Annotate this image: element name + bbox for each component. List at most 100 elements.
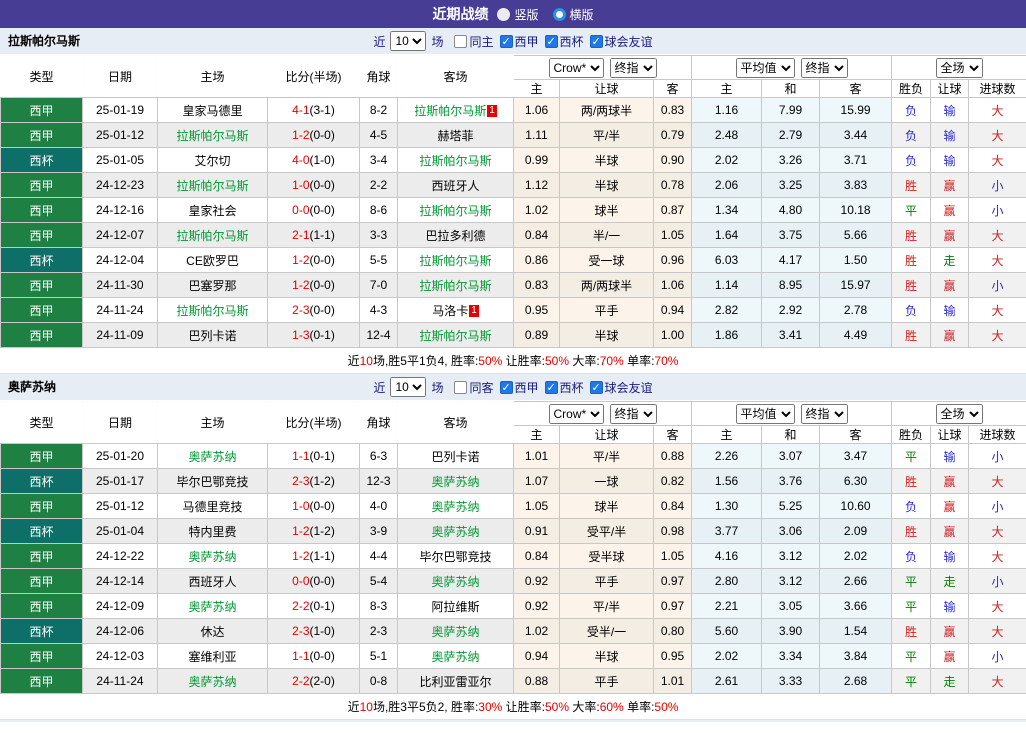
home-team-cell[interactable]: 奥萨苏纳 <box>157 668 268 694</box>
home-team-cell[interactable]: 艾尔切 <box>157 147 268 173</box>
away-team-cell[interactable]: 奥萨苏纳 <box>397 568 514 594</box>
away-team-cell[interactable]: 奥萨苏纳 <box>397 493 514 519</box>
away-team-cell[interactable]: 毕尔巴鄂竞技 <box>397 543 514 569</box>
home-team-cell[interactable]: 奥萨苏纳 <box>157 443 268 469</box>
home-team-cell[interactable]: 马德里竞技 <box>157 493 268 519</box>
filter-checkbox[interactable]: 西杯 <box>539 379 584 396</box>
away-team-cell[interactable]: 巴拉多利德 <box>397 222 514 248</box>
scope-select[interactable]: 全场 <box>935 57 983 78</box>
avg-stage-select[interactable]: 终指 <box>800 57 848 78</box>
checkbox-checked-icon[interactable] <box>589 380 603 394</box>
handicap-home-odds-cell: 0.83 <box>513 272 560 298</box>
competition-type-cell: 西甲 <box>0 222 83 248</box>
handicap-line-cell: 半/一 <box>559 222 654 248</box>
checkbox-checked-icon[interactable] <box>589 34 603 48</box>
away-team-cell[interactable]: 拉斯帕尔马斯 <box>397 197 514 223</box>
away-team-cell[interactable]: 拉斯帕尔马斯 <box>397 247 514 273</box>
avg-home-odds-cell: 2.26 <box>691 443 763 469</box>
competition-type-cell: 西甲 <box>0 272 83 298</box>
home-team-cell[interactable]: 拉斯帕尔马斯 <box>157 172 268 198</box>
col-home: 主场 <box>157 401 268 444</box>
away-team-cell[interactable]: 阿拉维斯 <box>397 593 514 619</box>
col-corner: 角球 <box>359 401 398 444</box>
away-team-cell[interactable]: 赫塔菲 <box>397 122 514 148</box>
handicap-home-odds-cell: 0.88 <box>513 668 560 694</box>
filter-checkbox[interactable]: 西甲 <box>494 33 539 50</box>
handicap-home-odds-cell: 1.12 <box>513 172 560 198</box>
home-team-cell[interactable]: 巴列卡诺 <box>157 322 268 348</box>
home-team-cell[interactable]: 奥萨苏纳 <box>157 543 268 569</box>
home-team-cell[interactable]: CE欧罗巴 <box>157 247 268 273</box>
filter-checkbox-label: 西甲 <box>514 34 539 49</box>
radio-horizontal-layout[interactable]: 横版 <box>552 6 594 23</box>
filter-checkbox[interactable]: 西甲 <box>494 379 539 396</box>
away-team-cell[interactable]: 奥萨苏纳 <box>397 518 514 544</box>
bookmaker-select[interactable]: Crow* <box>548 403 604 424</box>
radio-vertical-layout[interactable]: 竖版 <box>497 6 539 23</box>
result-goals-cell: 小 <box>968 272 1026 298</box>
away-team-cell[interactable]: 马洛卡 1 <box>397 297 514 323</box>
result-outcome-cell: 胜 <box>891 222 932 248</box>
book-stage-select[interactable]: 终指 <box>609 57 657 78</box>
home-team-cell[interactable]: 拉斯帕尔马斯 <box>157 222 268 248</box>
avg-home-odds-cell: 5.60 <box>691 618 763 644</box>
home-team-cell[interactable]: 皇家社会 <box>157 197 268 223</box>
away-team-cell[interactable]: 奥萨苏纳 <box>397 468 514 494</box>
away-team-cell[interactable]: 比利亚雷亚尔 <box>397 668 514 694</box>
summary-line: 近10场,胜3平5负2, 胜率:30% 让胜率:50% 大率:60% 单率:50… <box>0 694 1026 720</box>
home-team-cell[interactable]: 塞维利亚 <box>157 643 268 669</box>
away-team-cell[interactable]: 拉斯帕尔马斯 <box>397 272 514 298</box>
bookmaker-select[interactable]: Crow* <box>548 57 604 78</box>
summary-segment: 大率: <box>569 700 600 714</box>
competition-type-cell: 西甲 <box>0 197 83 223</box>
avg-stage-select[interactable]: 终指 <box>800 403 848 424</box>
checkbox-unchecked-icon[interactable] <box>454 34 468 48</box>
away-team-cell[interactable]: 拉斯帕尔马斯 1 <box>397 97 514 123</box>
scope-select[interactable]: 全场 <box>935 403 983 424</box>
result-goals-cell: 小 <box>968 568 1026 594</box>
away-team-cell[interactable]: 西班牙人 <box>397 172 514 198</box>
away-team-cell[interactable]: 奥萨苏纳 <box>397 618 514 644</box>
home-team-cell[interactable]: 皇家马德里 <box>157 97 268 123</box>
checkbox-checked-icon[interactable] <box>499 34 513 48</box>
checkbox-checked-icon[interactable] <box>544 380 558 394</box>
average-select[interactable]: 平均值 <box>735 57 795 78</box>
home-team-cell[interactable]: 拉斯帕尔马斯 <box>157 297 268 323</box>
checkbox-unchecked-icon[interactable] <box>454 380 468 394</box>
filter-checkbox[interactable]: 同客 <box>448 379 494 396</box>
games-count-select[interactable]: 10 <box>390 31 427 51</box>
away-team-cell[interactable]: 巴列卡诺 <box>397 443 514 469</box>
summary-segment: 近 <box>347 354 360 368</box>
home-team-cell[interactable]: 休达 <box>157 618 268 644</box>
match-date-cell: 24-12-06 <box>82 618 158 644</box>
away-team-cell[interactable]: 拉斯帕尔马斯 <box>397 147 514 173</box>
summary-segment: 近 <box>347 700 360 714</box>
book-stage-select[interactable]: 终指 <box>609 403 657 424</box>
avg-home-odds-cell: 2.02 <box>691 147 763 173</box>
match-row: 西甲 24-12-22 奥萨苏纳 1-2(1-1) 4-4 毕尔巴鄂竞技 0.84 受半球 1.… <box>0 543 1026 569</box>
home-team-cell[interactable]: 毕尔巴鄂竞技 <box>157 468 268 494</box>
handicap-line-cell: 半球 <box>559 172 654 198</box>
corner-cell: 4-0 <box>359 493 398 519</box>
away-team-cell[interactable]: 奥萨苏纳 <box>397 643 514 669</box>
filter-checkbox[interactable]: 球会友谊 <box>584 379 653 396</box>
games-count-select[interactable]: 10 <box>390 377 427 397</box>
home-team-cell[interactable]: 特内里费 <box>157 518 268 544</box>
home-team-cell[interactable]: 奥萨苏纳 <box>157 593 268 619</box>
filter-checkbox[interactable]: 球会友谊 <box>584 33 653 50</box>
handicap-away-odds-cell: 1.06 <box>652 272 693 298</box>
filter-checkbox[interactable]: 西杯 <box>539 33 584 50</box>
home-team-cell[interactable]: 西班牙人 <box>157 568 268 594</box>
checkbox-checked-icon[interactable] <box>499 380 513 394</box>
home-team-cell[interactable]: 拉斯帕尔马斯 <box>157 122 268 148</box>
home-team-cell[interactable]: 巴塞罗那 <box>157 272 268 298</box>
average-select[interactable]: 平均值 <box>735 403 795 424</box>
checkbox-checked-icon[interactable] <box>544 34 558 48</box>
match-date-cell: 24-12-14 <box>82 568 158 594</box>
filter-checkbox[interactable]: 同主 <box>448 33 494 50</box>
radio-icon-selected[interactable] <box>552 7 566 21</box>
handicap-home-odds-cell: 0.99 <box>513 147 560 173</box>
away-team-cell[interactable]: 拉斯帕尔马斯 <box>397 322 514 348</box>
radio-icon[interactable] <box>497 7 511 21</box>
team-section: 奥萨苏纳 近 10 场 同客西甲西杯球会友谊 类型 日期 主场 比分(半场) 角… <box>0 374 1026 720</box>
